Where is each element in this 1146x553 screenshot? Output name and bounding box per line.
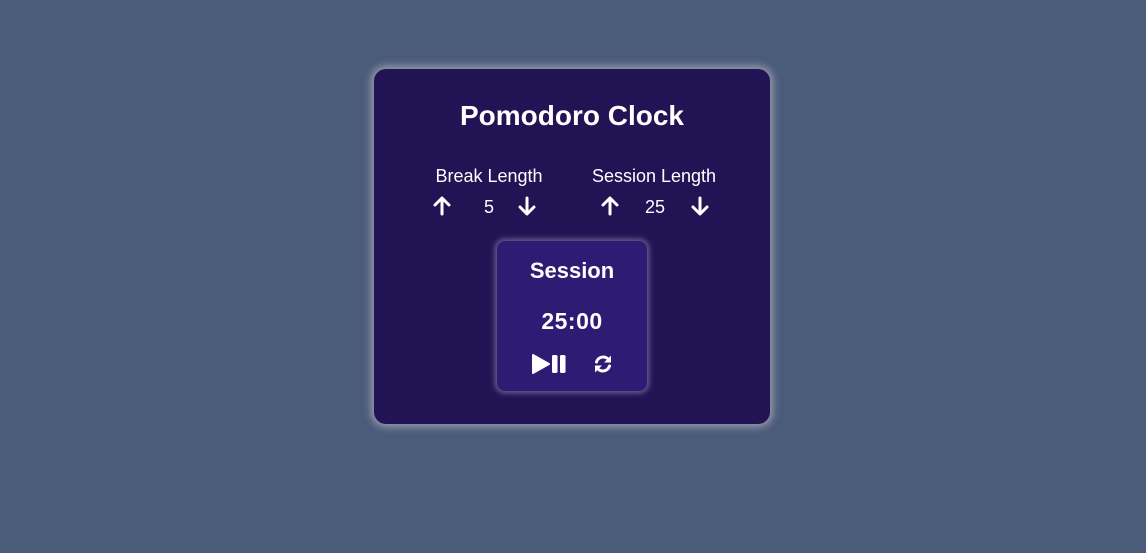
break-increment-arrow-up-icon[interactable] — [431, 195, 453, 217]
page-title: Pomodoro Clock — [459, 100, 684, 131]
play-pause-icon[interactable] — [531, 353, 567, 375]
session-increment-arrow-up-icon[interactable] — [599, 195, 621, 217]
session-label: Session Length — [591, 166, 717, 186]
session-decrement-arrow-down-icon[interactable] — [689, 195, 711, 217]
timer-label: Session — [529, 258, 615, 283]
session-length-value: 25 — [644, 197, 666, 217]
timer-panel: Session 25:00 — [497, 241, 647, 391]
break-control: Break Length 5 — [422, 165, 556, 219]
refresh-icon[interactable] — [592, 353, 614, 375]
timer-display: 25:00 — [541, 308, 603, 334]
pomodoro-card: Pomodoro Clock Break Length 5 Session Le… — [374, 69, 770, 424]
break-label: Break Length — [435, 166, 543, 186]
session-controls-row: 25 — [582, 195, 726, 219]
session-control: Session Length 25 — [582, 165, 726, 219]
break-controls-row: 5 — [422, 195, 556, 219]
break-length-value: 5 — [483, 197, 494, 217]
break-decrement-arrow-down-icon[interactable] — [516, 195, 538, 217]
